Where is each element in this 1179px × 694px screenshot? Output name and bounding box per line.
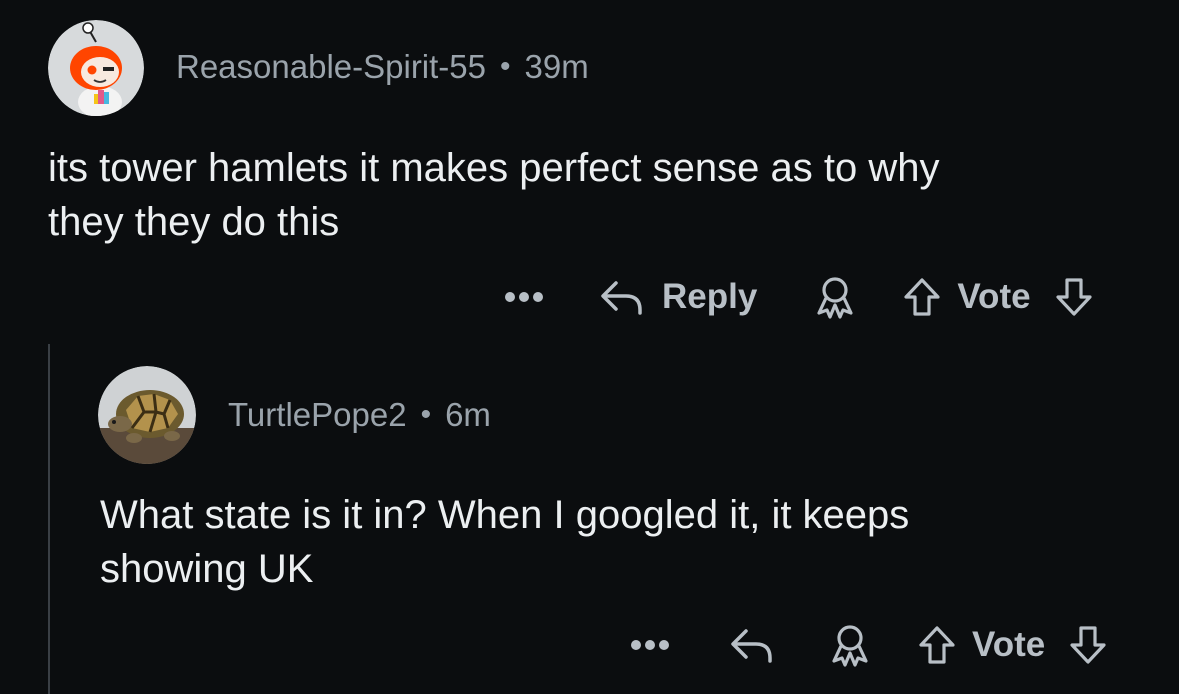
upvote-arrow-icon[interactable]: [901, 276, 943, 318]
username-link[interactable]: Reasonable-Spirit-55: [176, 48, 486, 86]
vote-control: Vote: [916, 624, 1109, 666]
comment-thread: Reasonable-Spirit-55 • 39m its tower ham…: [0, 0, 1179, 694]
award-button[interactable]: [828, 623, 872, 667]
more-options-icon: [631, 640, 669, 650]
meta-separator: •: [420, 398, 432, 431]
turtle-avatar-icon: [98, 366, 196, 464]
comment-meta: Reasonable-Spirit-55 • 39m: [176, 48, 589, 86]
thread-line[interactable]: [48, 344, 50, 694]
comment-action-bar: Reply Vote: [504, 274, 1095, 320]
vote-label: Vote: [972, 625, 1046, 664]
upvote-arrow-icon[interactable]: [916, 624, 958, 666]
comment-body-line: What state is it in? When I googled it, …: [100, 493, 910, 537]
meta-separator: •: [500, 50, 511, 83]
reply-arrow-icon: [601, 281, 642, 315]
comment-body-line: they they do this: [48, 200, 340, 244]
reply-button[interactable]: Reply: [598, 277, 757, 317]
more-options-icon: [505, 292, 543, 302]
award-icon: [817, 277, 853, 319]
comment-body: What state is it in? When I googled it, …: [100, 488, 909, 596]
comment-action-bar: Vote: [630, 622, 1109, 668]
comment-body-line: its tower hamlets it makes perfect sense…: [48, 146, 940, 190]
more-options-button[interactable]: [630, 639, 670, 651]
avatar-snoo[interactable]: [48, 20, 144, 116]
comment-meta: TurtlePope2 • 6m: [228, 396, 491, 434]
award-icon: [832, 625, 868, 667]
vote-label: Vote: [957, 277, 1031, 316]
avatar-turtle[interactable]: [98, 366, 196, 464]
comment-timestamp: 6m: [445, 396, 491, 433]
snoo-avatar-icon: [48, 20, 144, 116]
comment-body: its tower hamlets it makes perfect sense…: [48, 141, 939, 249]
downvote-arrow-icon[interactable]: [1053, 276, 1095, 318]
more-options-button[interactable]: [504, 291, 544, 303]
award-button[interactable]: [813, 275, 857, 319]
downvote-arrow-icon[interactable]: [1067, 624, 1109, 666]
vote-control: Vote: [901, 276, 1094, 318]
username-link[interactable]: TurtlePope2: [228, 396, 407, 434]
reply-label: Reply: [662, 277, 758, 316]
reply-button[interactable]: [728, 625, 776, 665]
comment-body-line: showing UK: [100, 547, 314, 591]
comment-timestamp: 39m: [524, 48, 589, 85]
reply-arrow-icon: [731, 629, 772, 663]
